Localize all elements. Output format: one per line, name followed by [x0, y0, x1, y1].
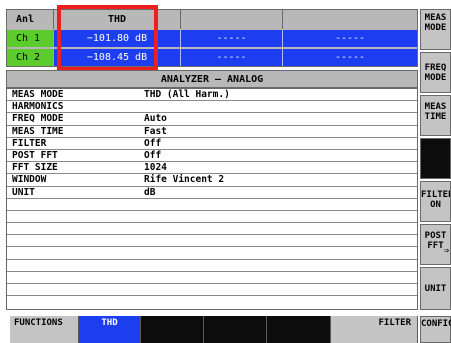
config-key[interactable]: CONFIG: [420, 316, 451, 343]
setting-label: FFT SIZE: [12, 162, 58, 174]
empty-row: [7, 211, 417, 224]
key-label-line: FREQ: [424, 63, 447, 73]
setting-value: dB: [144, 186, 156, 198]
channel-label: Ch 2: [7, 49, 54, 66]
setting-label: FREQ MODE: [12, 113, 64, 125]
placeholder-value: -----: [334, 52, 366, 63]
empty-row: [7, 272, 417, 284]
setting-value: THD (All Harm.): [144, 89, 230, 100]
blank-function-key[interactable]: [141, 316, 204, 343]
setting-label: UNIT: [12, 186, 35, 198]
key-label-line: MEAS: [424, 13, 447, 23]
placeholder-value: -----: [181, 30, 283, 47]
setting-row[interactable]: WINDOW Rife Vincent 2: [7, 174, 417, 187]
empty-row: [7, 260, 417, 272]
setting-row[interactable]: FFT SIZE 1024: [7, 162, 417, 175]
setting-row[interactable]: UNIT dB: [7, 187, 417, 199]
setting-row[interactable]: FREQ MODE Auto: [7, 113, 417, 126]
setting-label: POST FFT: [12, 149, 58, 161]
empty-row: [7, 247, 417, 260]
freq-mode-key[interactable]: FREQ MODE: [420, 52, 451, 93]
key-label: UNIT: [424, 283, 447, 294]
setting-label: MEAS MODE: [12, 89, 64, 100]
key-label: THD: [101, 318, 118, 328]
setting-value: Off: [144, 137, 162, 149]
meas-mode-key[interactable]: MEAS MODE: [420, 9, 451, 50]
setting-label: HARMONICS: [12, 101, 64, 113]
unit-key[interactable]: UNIT: [420, 267, 451, 310]
empty-row: [7, 223, 417, 236]
empty-row: [7, 235, 417, 248]
placeholder-value: -----: [334, 33, 366, 44]
setting-value: Off: [144, 149, 162, 161]
key-label: FUNCTIONS: [14, 318, 63, 328]
key-label: FILTER: [378, 318, 411, 328]
panel-title: ANALYZER – ANALOG: [6, 70, 418, 88]
header-anl: Anl: [7, 10, 54, 29]
empty-row: [7, 199, 417, 211]
setting-label: WINDOW: [12, 174, 47, 186]
submenu-arrow-icon: ⇒: [443, 246, 449, 256]
header-empty-3: [181, 10, 283, 29]
setting-value: Fast: [144, 125, 167, 137]
key-label-line: ON: [430, 200, 441, 210]
setting-value: 1024: [144, 162, 167, 174]
key-label-line: TIME: [424, 112, 447, 122]
analyzer-screen: Anl THD Ch 1 −101.80 dB ----- ----- Ch 2…: [0, 0, 451, 343]
setting-row[interactable]: MEAS TIME Fast: [7, 126, 417, 138]
setting-label: MEAS TIME: [12, 125, 64, 137]
setting-label: FILTER: [12, 137, 47, 149]
post-fft-key[interactable]: POST FFT ⇒: [420, 224, 451, 265]
blank-function-key[interactable]: [267, 316, 331, 343]
empty-row: [7, 284, 417, 297]
thd-function-key[interactable]: THD: [79, 316, 141, 343]
key-label-line: MODE: [424, 73, 447, 83]
header-empty-4: [283, 10, 417, 29]
key-label-line: MEAS: [424, 102, 447, 112]
placeholder-value: -----: [181, 49, 283, 66]
setting-row[interactable]: HARMONICS: [7, 101, 417, 114]
key-label: CONFIG: [421, 319, 451, 329]
setting-row[interactable]: POST FFT Off: [7, 149, 417, 163]
setting-row[interactable]: MEAS MODE THD (All Harm.): [7, 89, 417, 102]
setting-value: Auto: [144, 113, 167, 125]
key-label-line: FILTER: [421, 190, 451, 200]
setting-value: Rife Vincent 2: [144, 174, 225, 186]
key-label-line: POST: [424, 231, 447, 241]
filter-function-key[interactable]: FILTER: [331, 316, 418, 343]
filter-on-key[interactable]: FILTER ON: [420, 181, 451, 222]
functions-key[interactable]: FUNCTIONS: [10, 316, 79, 343]
meas-time-key[interactable]: MEAS TIME: [420, 95, 451, 136]
blank-soft-key[interactable]: [420, 138, 451, 179]
thd-highlight-box: [57, 5, 158, 71]
analyzer-settings-panel: MEAS MODE THD (All Harm.) HARMONICS FREQ …: [6, 88, 418, 310]
setting-row[interactable]: FILTER Off: [7, 138, 417, 150]
blank-function-key[interactable]: [204, 316, 267, 343]
channel-label: Ch 1: [7, 30, 54, 47]
key-label-line: MODE: [424, 23, 447, 33]
